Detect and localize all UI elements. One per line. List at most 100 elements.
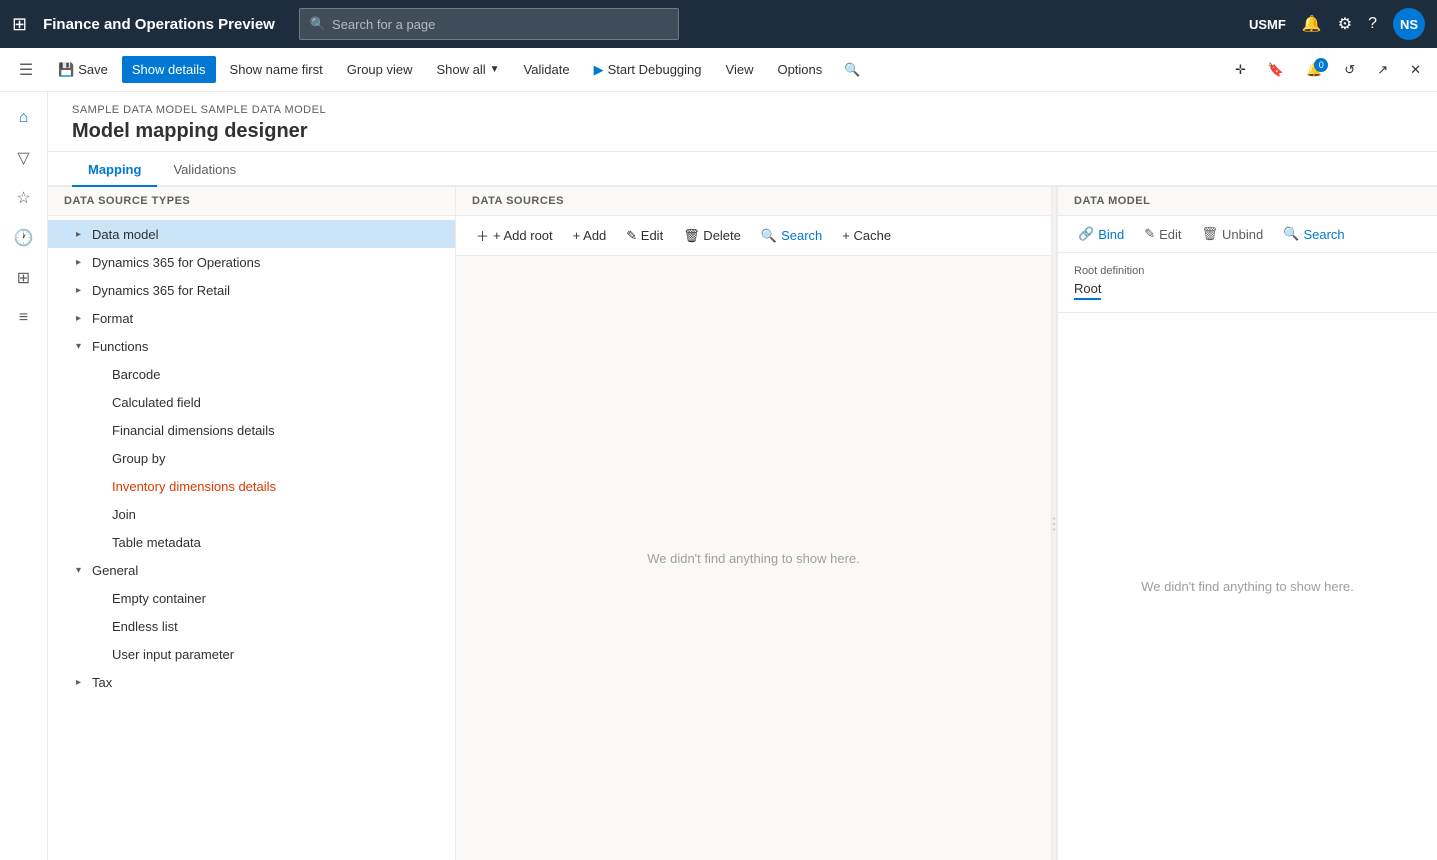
tree-label: Dynamics 365 for Operations: [92, 255, 447, 270]
avatar[interactable]: NS: [1393, 8, 1425, 40]
app-title: Finance and Operations Preview: [43, 16, 275, 33]
options-button[interactable]: Options: [767, 56, 832, 83]
add-root-button[interactable]: ＋ + Add root: [468, 222, 561, 249]
group-view-button[interactable]: Group view: [337, 56, 423, 83]
bind-button[interactable]: 🔗 Bind: [1070, 222, 1132, 246]
root-value: Root: [1074, 281, 1101, 300]
unbind-button[interactable]: 🗑 Unbind: [1194, 222, 1272, 246]
dm-search-button[interactable]: 🔍 Search: [1275, 222, 1352, 246]
tree-item-group-by[interactable]: Group by: [48, 444, 455, 472]
recent-icon[interactable]: 🕐: [6, 220, 42, 256]
edit-button[interactable]: ✎ Edit: [618, 224, 671, 248]
tree-label: Data model: [92, 227, 447, 242]
user-label: USMF: [1249, 17, 1286, 32]
favorites-icon[interactable]: ☆: [6, 180, 42, 216]
tree-label: Inventory dimensions details: [112, 479, 447, 494]
tree-item-inventory-dimensions[interactable]: Inventory dimensions details: [48, 472, 455, 500]
cache-button[interactable]: + Cache: [834, 224, 899, 247]
tab-validations[interactable]: Validations: [157, 152, 252, 187]
dashboard-icon[interactable]: ⊞: [6, 260, 42, 296]
settings-icon[interactable]: ⚙: [1338, 14, 1352, 34]
tree-item-barcode[interactable]: Barcode: [48, 360, 455, 388]
refresh-button[interactable]: ↺: [1336, 56, 1363, 84]
tree-item-table-metadata[interactable]: Table metadata: [48, 528, 455, 556]
tree-item-functions[interactable]: ▾Functions: [48, 332, 455, 360]
tree-label: User input parameter: [112, 647, 447, 662]
validate-button[interactable]: Validate: [514, 56, 580, 83]
top-nav-right: USMF 🔔 ⚙ ? NS: [1249, 8, 1425, 40]
tree-item-endless-list[interactable]: Endless list: [48, 612, 455, 640]
tree-item-financial-dimensions[interactable]: Financial dimensions details: [48, 416, 455, 444]
search-ds-icon: 🔍: [761, 228, 777, 244]
tab-mapping[interactable]: Mapping: [72, 152, 157, 187]
tree-label: Group by: [112, 451, 447, 466]
search-cmd-button[interactable]: 🔍: [836, 56, 868, 84]
dm-search-icon: 🔍: [1283, 226, 1299, 242]
save-icon: 💾: [58, 62, 74, 78]
dm-edit-button[interactable]: ✎ Edit: [1136, 222, 1189, 246]
tree-label: Table metadata: [112, 535, 447, 550]
tree-label: Join: [112, 507, 447, 522]
breadcrumb: SAMPLE DATA MODEL SAMPLE DATA MODEL: [72, 104, 1413, 116]
panel-data-model: DATA MODEL 🔗 Bind ✎ Edit 🗑 Unbind: [1057, 187, 1437, 860]
tree-label: General: [92, 563, 447, 578]
root-definition-area: Root definition Root: [1058, 253, 1437, 313]
tree-label: Dynamics 365 for Retail: [92, 283, 447, 298]
save-button[interactable]: 💾 Save: [48, 56, 118, 84]
command-bar: ☰ 💾 Save Show details Show name first Gr…: [0, 48, 1437, 92]
show-details-button[interactable]: Show details: [122, 56, 216, 83]
start-debugging-button[interactable]: ▶ Start Debugging: [584, 56, 712, 84]
v-divider[interactable]: [1051, 187, 1057, 860]
tree-item-user-input-parameter[interactable]: User input parameter: [48, 640, 455, 668]
search-icon: 🔍: [310, 16, 326, 32]
list-icon[interactable]: ≡: [6, 300, 42, 336]
expand-icon: ▸: [76, 677, 92, 688]
expand-icon: ▾: [76, 565, 92, 576]
global-search-input[interactable]: [332, 17, 668, 32]
tree-item-dynamics-operations[interactable]: ▸Dynamics 365 for Operations: [48, 248, 455, 276]
close-button[interactable]: ✕: [1402, 56, 1429, 84]
show-name-first-button[interactable]: Show name first: [220, 56, 333, 83]
search-ds-button[interactable]: 🔍 Search: [753, 224, 830, 248]
panels: DATA SOURCE TYPES ▸Data model▸Dynamics 3…: [48, 187, 1437, 860]
page-header: SAMPLE DATA MODEL SAMPLE DATA MODEL Mode…: [48, 92, 1437, 152]
tree-label: Tax: [92, 675, 447, 690]
tree-item-general[interactable]: ▾General: [48, 556, 455, 584]
add-button[interactable]: + Add: [565, 224, 615, 247]
unbind-icon: 🗑: [1202, 226, 1219, 242]
global-search-bar[interactable]: 🔍: [299, 8, 679, 40]
tab-bar: Mapping Validations: [48, 152, 1437, 187]
top-nav: ⊞ Finance and Operations Preview 🔍 USMF …: [0, 0, 1437, 48]
main-content: SAMPLE DATA MODEL SAMPLE DATA MODEL Mode…: [48, 92, 1437, 860]
expand-icon: ▸: [76, 229, 92, 240]
tree-label: Calculated field: [112, 395, 447, 410]
edit-icon: ✎: [1144, 226, 1155, 242]
link-icon: 🔗: [1078, 226, 1094, 242]
tree-label: Empty container: [112, 591, 447, 606]
delete-button[interactable]: 🗑 Delete: [675, 224, 749, 248]
notification-icon[interactable]: 🔔: [1302, 14, 1322, 34]
bookmark-button[interactable]: 🔖: [1260, 56, 1292, 84]
tree-item-empty-container[interactable]: Empty container: [48, 584, 455, 612]
home-icon[interactable]: ⌂: [6, 100, 42, 136]
show-all-button[interactable]: Show all ▼: [427, 56, 510, 83]
view-button[interactable]: View: [716, 56, 764, 83]
tree-item-data-model[interactable]: ▸Data model: [48, 220, 455, 248]
popout-button[interactable]: ↗: [1369, 56, 1396, 84]
tree-item-tax[interactable]: ▸Tax: [48, 668, 455, 696]
expand-icon: ▸: [76, 257, 92, 268]
panel-data-source-types: DATA SOURCE TYPES ▸Data model▸Dynamics 3…: [48, 187, 456, 860]
crosshair-button[interactable]: ✛: [1227, 56, 1254, 84]
filter-icon[interactable]: ▽: [6, 140, 42, 176]
tree-item-join[interactable]: Join: [48, 500, 455, 528]
tree-label: Barcode: [112, 367, 447, 382]
dst-panel-header: DATA SOURCE TYPES: [48, 187, 455, 216]
tree-item-format[interactable]: ▸Format: [48, 304, 455, 332]
badge-button[interactable]: 🔔0: [1298, 56, 1330, 84]
grid-icon[interactable]: ⊞: [12, 14, 27, 35]
expand-icon: ▸: [76, 285, 92, 296]
hamburger-icon[interactable]: ☰: [8, 52, 44, 88]
tree-item-dynamics-retail[interactable]: ▸Dynamics 365 for Retail: [48, 276, 455, 304]
help-icon[interactable]: ?: [1368, 15, 1377, 33]
tree-item-calculated-field[interactable]: Calculated field: [48, 388, 455, 416]
